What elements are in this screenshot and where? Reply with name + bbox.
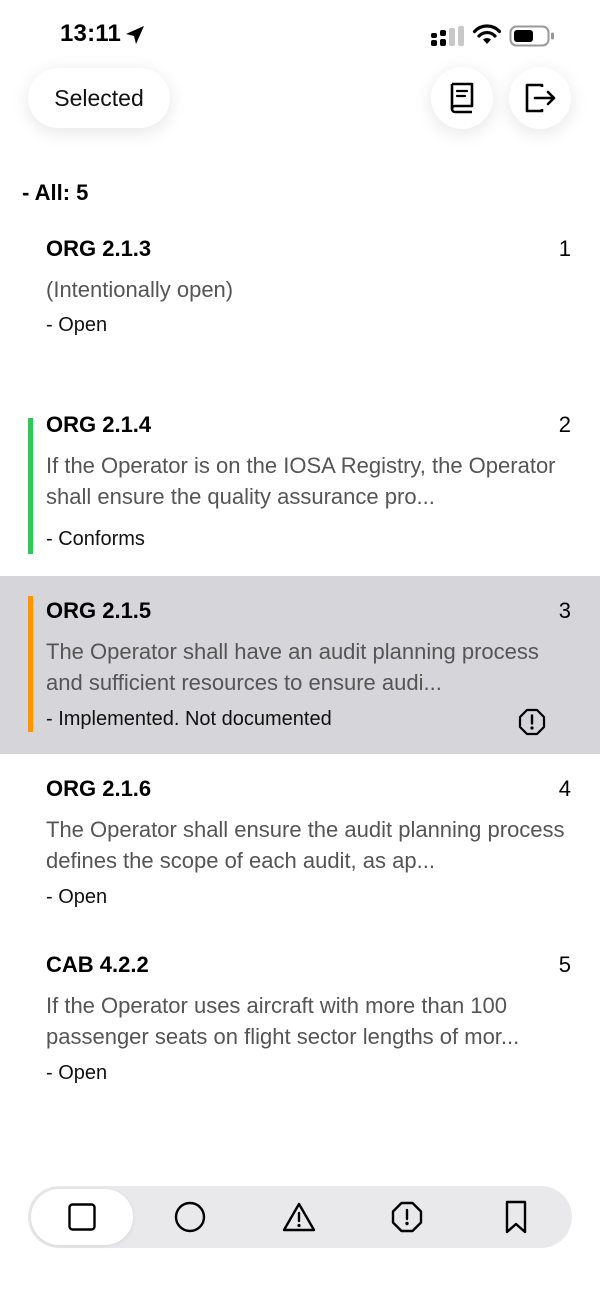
tab-bookmarks[interactable] bbox=[497, 1198, 535, 1236]
item-number: 3 bbox=[558, 598, 571, 623]
list-item[interactable]: ORG 2.1.3 1 (Intentionally open) - Open bbox=[0, 222, 600, 400]
item-number: 1 bbox=[558, 236, 571, 261]
item-code: ORG 2.1.5 bbox=[46, 598, 152, 623]
item-number: 5 bbox=[558, 952, 571, 977]
tab-all[interactable] bbox=[63, 1198, 101, 1236]
tab-bar bbox=[28, 1186, 572, 1248]
item-code: CAB 4.2.2 bbox=[46, 952, 149, 977]
battery-icon bbox=[509, 25, 554, 47]
list-item[interactable]: CAB 4.2.2 5 If the Operator uses aircraf… bbox=[0, 932, 600, 1110]
item-description: The Operator shall ensure the audit plan… bbox=[46, 817, 565, 873]
item-number: 2 bbox=[558, 412, 571, 437]
status-time: 13:11 bbox=[60, 20, 122, 47]
status-color-bar bbox=[28, 418, 33, 554]
logout-button[interactable] bbox=[509, 67, 571, 129]
cellular-signal-icon bbox=[431, 26, 464, 46]
bookmark-icon bbox=[505, 1200, 527, 1234]
item-number: 4 bbox=[558, 776, 571, 801]
book-icon bbox=[450, 82, 474, 114]
list-item-selected[interactable]: ORG 2.1.5 3 The Operator shall have an a… bbox=[0, 576, 600, 754]
alert-octagon-icon bbox=[391, 1201, 423, 1233]
item-description: (Intentionally open) bbox=[46, 277, 234, 302]
item-code: ORG 2.1.4 bbox=[46, 412, 152, 437]
warning-triangle-icon bbox=[282, 1202, 316, 1232]
status-bar: 13:11 bbox=[0, 0, 600, 70]
logout-icon bbox=[525, 83, 556, 113]
item-status: - Open bbox=[46, 886, 108, 908]
item-status: - Open bbox=[46, 314, 108, 336]
selected-filter-button[interactable]: Selected bbox=[28, 68, 170, 128]
screen: 13:11 Selected - All: 5 ORG 2.1.3 1 (Int… bbox=[0, 0, 600, 1298]
item-list: ORG 2.1.3 1 (Intentionally open) - Open … bbox=[0, 222, 600, 1110]
item-code: ORG 2.1.6 bbox=[46, 776, 152, 801]
tab-alerts[interactable] bbox=[388, 1198, 426, 1236]
square-icon bbox=[68, 1203, 96, 1231]
status-color-bar bbox=[28, 596, 33, 732]
alert-octagon-icon[interactable] bbox=[518, 708, 546, 736]
wifi-icon bbox=[472, 24, 502, 44]
item-status: - Implemented. Not documented bbox=[46, 708, 332, 730]
circle-icon bbox=[174, 1201, 206, 1233]
tab-open[interactable] bbox=[171, 1198, 209, 1236]
item-description: If the Operator uses aircraft with more … bbox=[46, 993, 520, 1049]
item-code: ORG 2.1.3 bbox=[46, 236, 152, 261]
book-button[interactable] bbox=[431, 67, 493, 129]
item-description: If the Operator is on the IOSA Registry,… bbox=[46, 453, 556, 509]
item-status: - Open bbox=[46, 1062, 108, 1084]
list-item[interactable]: ORG 2.1.4 2 If the Operator is on the IO… bbox=[0, 398, 600, 576]
location-arrow-icon bbox=[126, 26, 144, 44]
tab-warnings[interactable] bbox=[280, 1198, 318, 1236]
item-description: The Operator shall have an audit plannin… bbox=[46, 639, 539, 695]
item-status: - Conforms bbox=[46, 528, 145, 550]
all-count-label: - All: 5 bbox=[22, 180, 89, 205]
list-item[interactable]: ORG 2.1.6 4 The Operator shall ensure th… bbox=[0, 754, 600, 932]
